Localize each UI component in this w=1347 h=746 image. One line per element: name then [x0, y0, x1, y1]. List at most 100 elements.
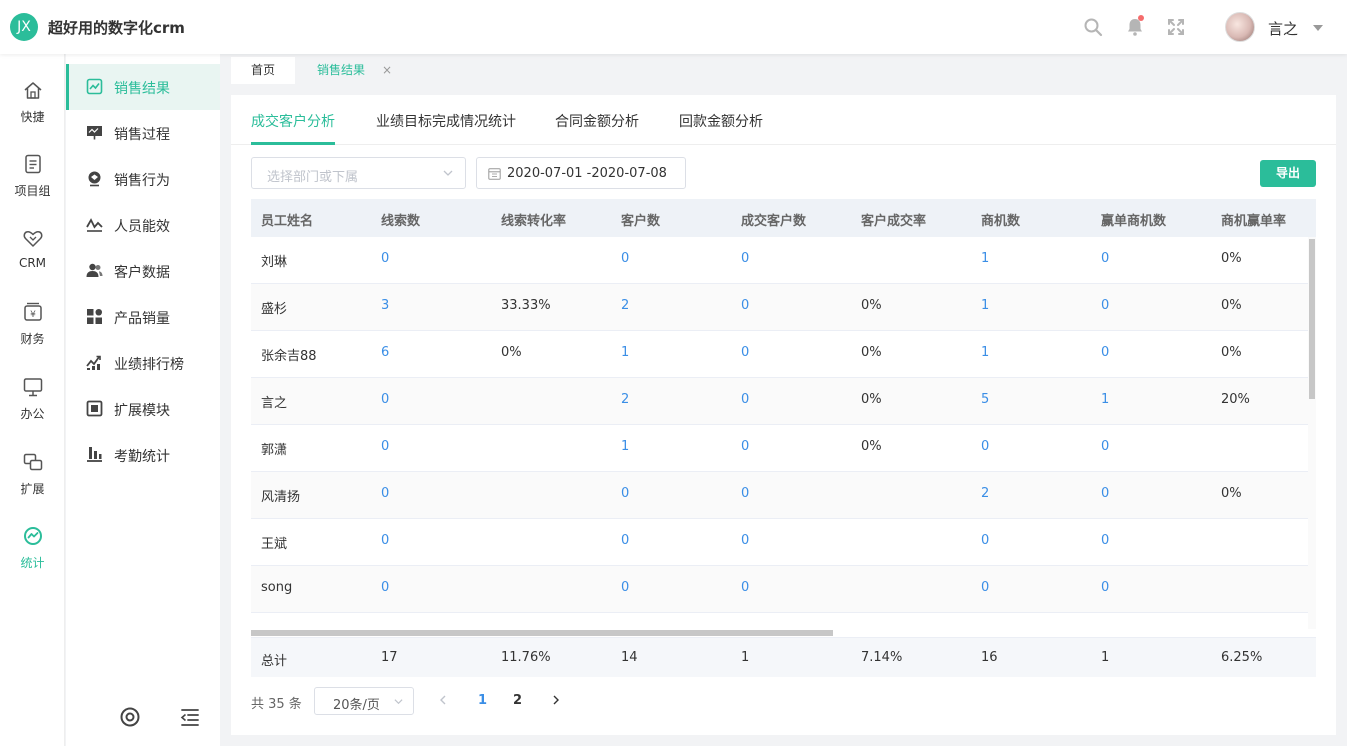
table-horizontal-scrollbar[interactable]: [251, 629, 1316, 637]
nav-item-project[interactable]: 项目组: [0, 153, 65, 223]
fullscreen-icon[interactable]: [1166, 17, 1186, 37]
cell-link[interactable]: 0: [741, 298, 749, 313]
cell-link[interactable]: 6: [381, 345, 389, 360]
cell-link[interactable]: 0: [741, 580, 749, 595]
chevron-down-icon: [394, 699, 403, 705]
date-range-value: 2020-07-01 -2020-07-08: [507, 166, 667, 181]
cell-link[interactable]: 0: [381, 392, 389, 407]
cell-link[interactable]: 0: [741, 345, 749, 360]
cell-link[interactable]: 0: [1101, 486, 1109, 501]
cell-link[interactable]: 2: [621, 392, 629, 407]
export-button[interactable]: 导出: [1260, 160, 1316, 187]
nav-item-finance[interactable]: ¥ 财务: [0, 301, 65, 371]
cell-link[interactable]: 1: [1101, 392, 1109, 407]
customers-icon: [86, 263, 103, 277]
close-icon[interactable]: ×: [382, 57, 392, 84]
tab-contract-amount[interactable]: 合同金额分析: [555, 111, 639, 131]
collapse-menu-icon[interactable]: [179, 706, 201, 728]
prev-page-icon[interactable]: [437, 694, 449, 706]
subnav-item-attendance[interactable]: 考勤统计: [66, 432, 220, 478]
cell-link[interactable]: 0: [381, 580, 389, 595]
cell-link[interactable]: 3: [381, 298, 389, 313]
cell-link[interactable]: 0: [381, 251, 389, 266]
total-label: 总计: [261, 654, 288, 669]
tab-payment-amount[interactable]: 回款金额分析: [679, 111, 763, 131]
cell-link[interactable]: 0: [621, 580, 629, 595]
cell-link[interactable]: 0: [741, 486, 749, 501]
settings-icon[interactable]: [119, 706, 141, 728]
user-name[interactable]: 言之: [1268, 18, 1298, 39]
nav-item-quick[interactable]: 快捷: [0, 79, 65, 149]
cell-link[interactable]: 0: [741, 392, 749, 407]
efficiency-icon: [86, 218, 103, 232]
next-page-icon[interactable]: [550, 694, 562, 706]
app-logo[interactable]: JX: [10, 13, 38, 41]
notification-button[interactable]: [1125, 15, 1145, 37]
search-icon[interactable]: [1083, 17, 1103, 37]
page-number[interactable]: 2: [513, 693, 522, 708]
cell-link[interactable]: 0: [621, 251, 629, 266]
page-tab-sales-result[interactable]: 销售结果 ×: [297, 57, 404, 84]
cell-link[interactable]: 0: [621, 533, 629, 548]
subnav-item-sales-process[interactable]: 销售过程: [66, 110, 220, 156]
cell-link[interactable]: 0: [1101, 251, 1109, 266]
cell-link[interactable]: 2: [981, 486, 989, 501]
cell-link[interactable]: 0: [1101, 298, 1109, 313]
page-size-select[interactable]: 20条/页: [314, 687, 414, 715]
table-row: 张余吉88 6 0% 1 0 0% 1 0 0%: [251, 331, 1308, 378]
subnav-item-customers[interactable]: 客户数据: [66, 248, 220, 294]
subnav-item-sales-behavior[interactable]: 销售行为: [66, 156, 220, 202]
tab-deal-customer-analysis[interactable]: 成交客户分析: [251, 111, 335, 131]
cell-link[interactable]: 0: [381, 439, 389, 454]
vertical-scroll-thumb[interactable]: [1309, 239, 1315, 399]
subnav-item-ranking[interactable]: 业绩排行榜: [66, 340, 220, 386]
cell-link[interactable]: 0: [1101, 533, 1109, 548]
primary-nav: 快捷 项目组 CRM ¥ 财务 办公 扩展 统计: [0, 54, 65, 746]
cell-link[interactable]: 0: [981, 580, 989, 595]
cell-link[interactable]: 0: [741, 533, 749, 548]
user-menu-chevron-icon[interactable]: [1313, 25, 1323, 31]
cell-link[interactable]: 1: [621, 439, 629, 454]
cell-value: 0%: [501, 345, 522, 360]
cell-link[interactable]: 2: [621, 298, 629, 313]
cell-link[interactable]: 0: [1101, 345, 1109, 360]
cell-link[interactable]: 1: [981, 298, 989, 313]
cell-name: 郭潇: [261, 443, 288, 458]
date-range-picker[interactable]: 2020-07-01 -2020-07-08: [476, 157, 686, 189]
department-select[interactable]: 选择部门或下属: [251, 157, 466, 189]
cell-link[interactable]: 0: [621, 486, 629, 501]
user-avatar[interactable]: [1225, 12, 1255, 42]
cell-link[interactable]: 0: [981, 439, 989, 454]
horizontal-scroll-thumb[interactable]: [251, 630, 833, 636]
table-row: 言之 0 2 0 0% 5 1 20%: [251, 378, 1308, 425]
cell-value: 0%: [861, 345, 882, 360]
page-number[interactable]: 1: [478, 693, 487, 708]
cell-link[interactable]: 1: [981, 345, 989, 360]
page-tab-label: 销售结果: [317, 63, 366, 77]
cell-link[interactable]: 1: [981, 251, 989, 266]
nav-item-crm[interactable]: CRM: [0, 227, 65, 297]
cell-link[interactable]: 1: [621, 345, 629, 360]
subnav-item-module[interactable]: 扩展模块: [66, 386, 220, 432]
nav-item-label: 快捷: [20, 110, 45, 124]
cell-link[interactable]: 0: [741, 439, 749, 454]
nav-item-office[interactable]: 办公: [0, 376, 65, 446]
cell-link[interactable]: 0: [381, 533, 389, 548]
page-tab-home[interactable]: 首页: [231, 57, 295, 84]
subnav-item-products[interactable]: 产品销量: [66, 294, 220, 340]
subnav-item-sales-result[interactable]: 销售结果: [66, 64, 220, 110]
cell-link[interactable]: 0: [1101, 439, 1109, 454]
cell-link[interactable]: 0: [741, 251, 749, 266]
column-header: 员工姓名: [261, 214, 314, 229]
cell-link[interactable]: 5: [981, 392, 989, 407]
nav-item-extend[interactable]: 扩展: [0, 451, 65, 521]
table-vertical-scrollbar[interactable]: [1308, 237, 1316, 629]
cell-link[interactable]: 0: [1101, 580, 1109, 595]
report-tabs: 成交客户分析 业绩目标完成情况统计 合同金额分析 回款金额分析: [231, 95, 1336, 145]
subnav-item-efficiency[interactable]: 人员能效: [66, 202, 220, 248]
subnav-item-label: 销售行为: [114, 173, 170, 189]
nav-item-stats[interactable]: 统计: [0, 525, 65, 595]
tab-target-completion[interactable]: 业绩目标完成情况统计: [376, 111, 516, 131]
cell-link[interactable]: 0: [981, 533, 989, 548]
cell-link[interactable]: 0: [381, 486, 389, 501]
